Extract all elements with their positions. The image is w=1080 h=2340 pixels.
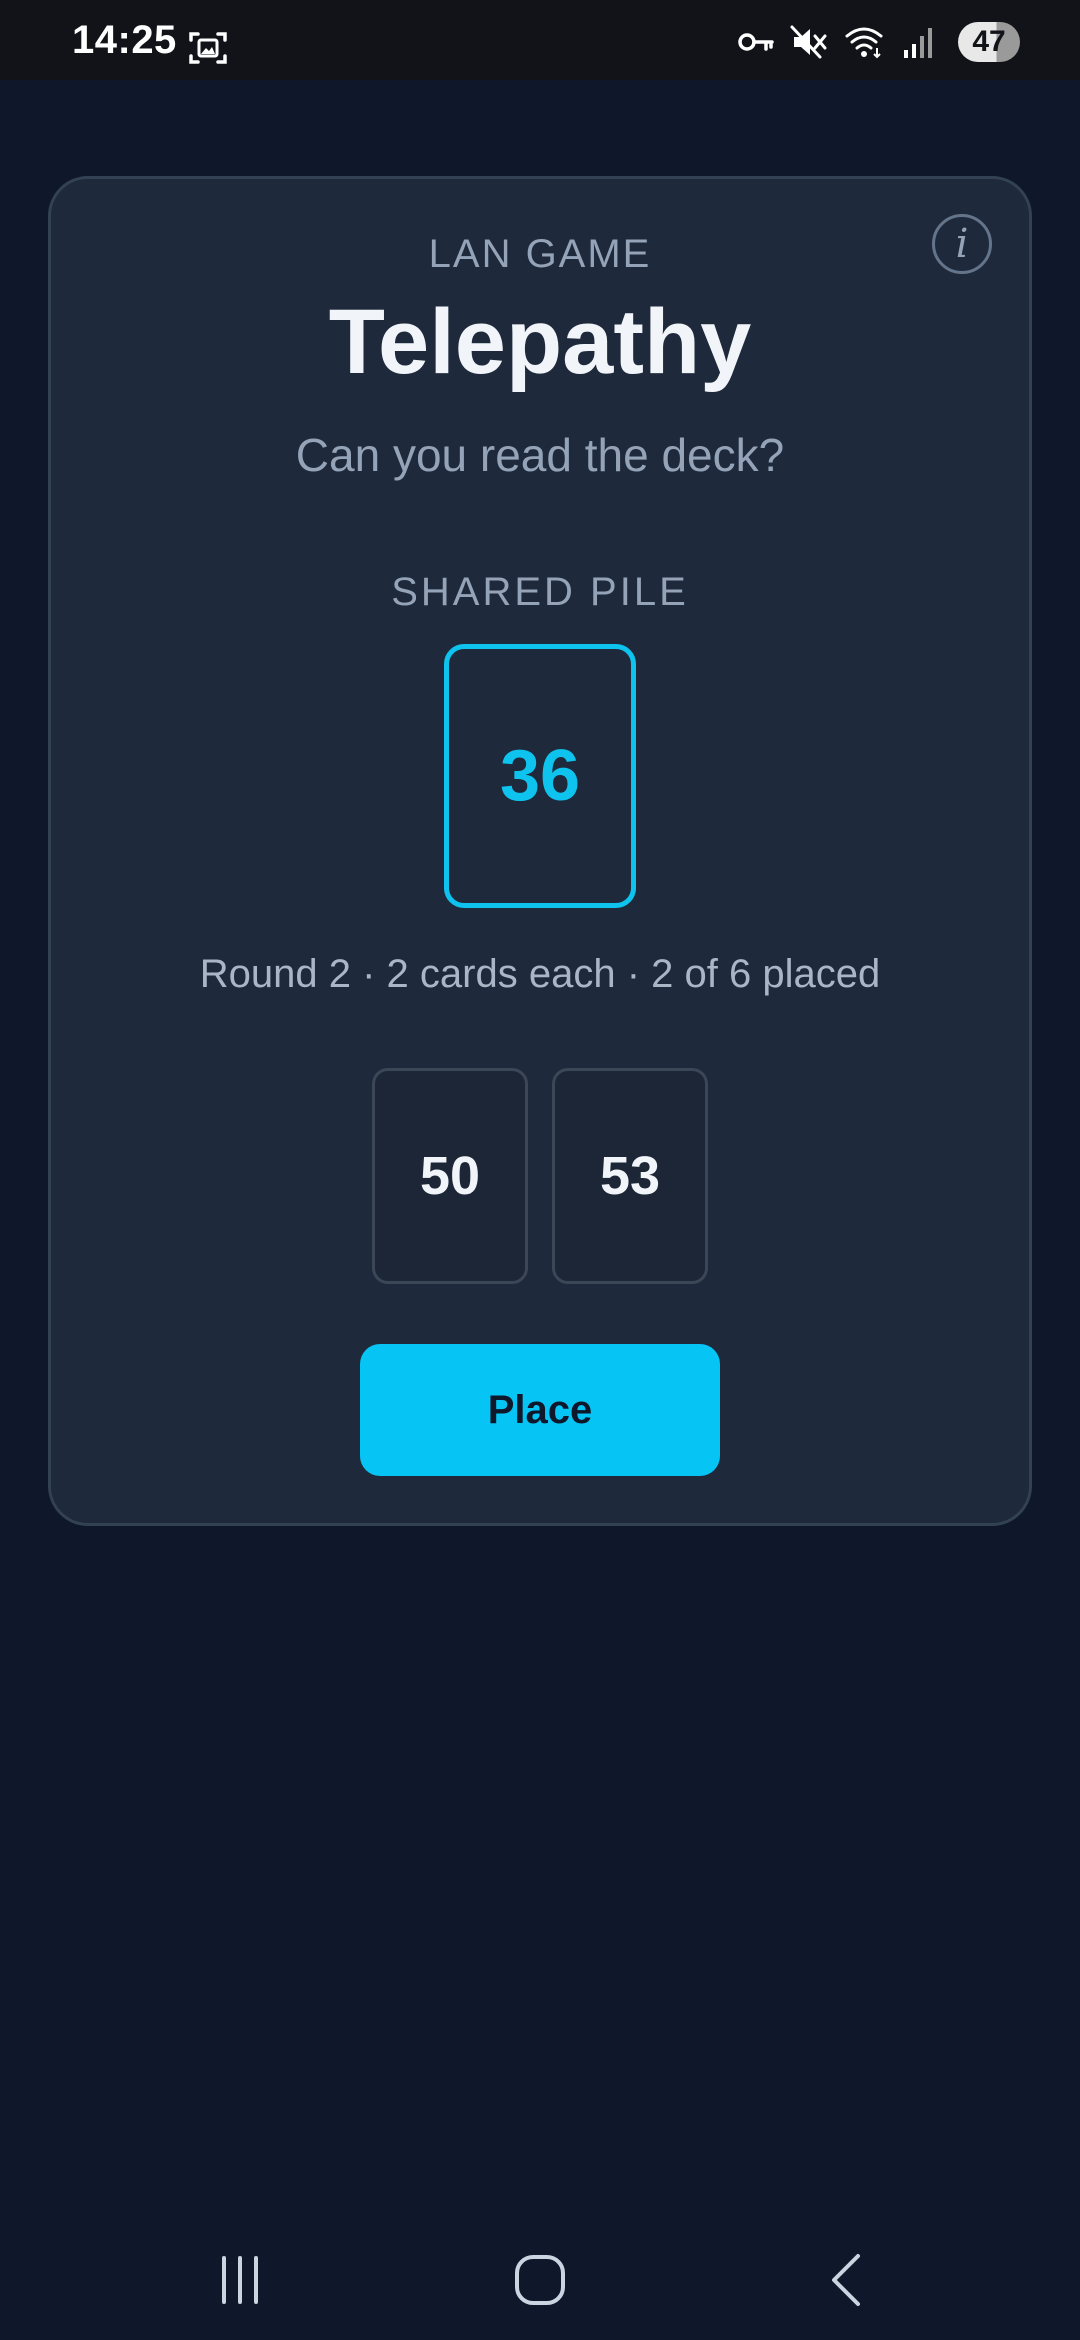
key-icon: [738, 33, 774, 51]
navigation-bar: [0, 2220, 1080, 2340]
page-subtitle: Can you read the deck?: [295, 429, 785, 481]
shared-pile-label: SHARED PILE: [391, 570, 689, 614]
screenshot-icon: [189, 32, 227, 64]
shared-pile-card: 36: [444, 644, 636, 908]
signal-icon: [904, 28, 932, 58]
recents-button[interactable]: [200, 2240, 280, 2320]
status-time: 14:25: [72, 18, 177, 62]
hand-card[interactable]: 50: [372, 1068, 528, 1284]
page-title: Telepathy: [328, 291, 752, 393]
round-status: Round 2 · 2 cards each · 2 of 6 placed: [199, 952, 881, 996]
place-button[interactable]: Place: [360, 1344, 720, 1476]
player-hand: 50 53: [372, 1068, 708, 1284]
wifi-icon: [845, 27, 883, 59]
recents-icon: [222, 2256, 258, 2304]
status-bar: 14:25 47: [0, 0, 1080, 80]
mute-icon: [790, 25, 827, 59]
back-button[interactable]: [806, 2240, 886, 2320]
battery-indicator: 47: [958, 22, 1020, 62]
home-icon: [515, 2255, 565, 2305]
hand-card[interactable]: 53: [552, 1068, 708, 1284]
game-mode-label: LAN GAME: [428, 232, 652, 276]
home-button[interactable]: [500, 2240, 580, 2320]
status-icons: 47: [736, 22, 1020, 62]
back-icon: [832, 2254, 860, 2306]
